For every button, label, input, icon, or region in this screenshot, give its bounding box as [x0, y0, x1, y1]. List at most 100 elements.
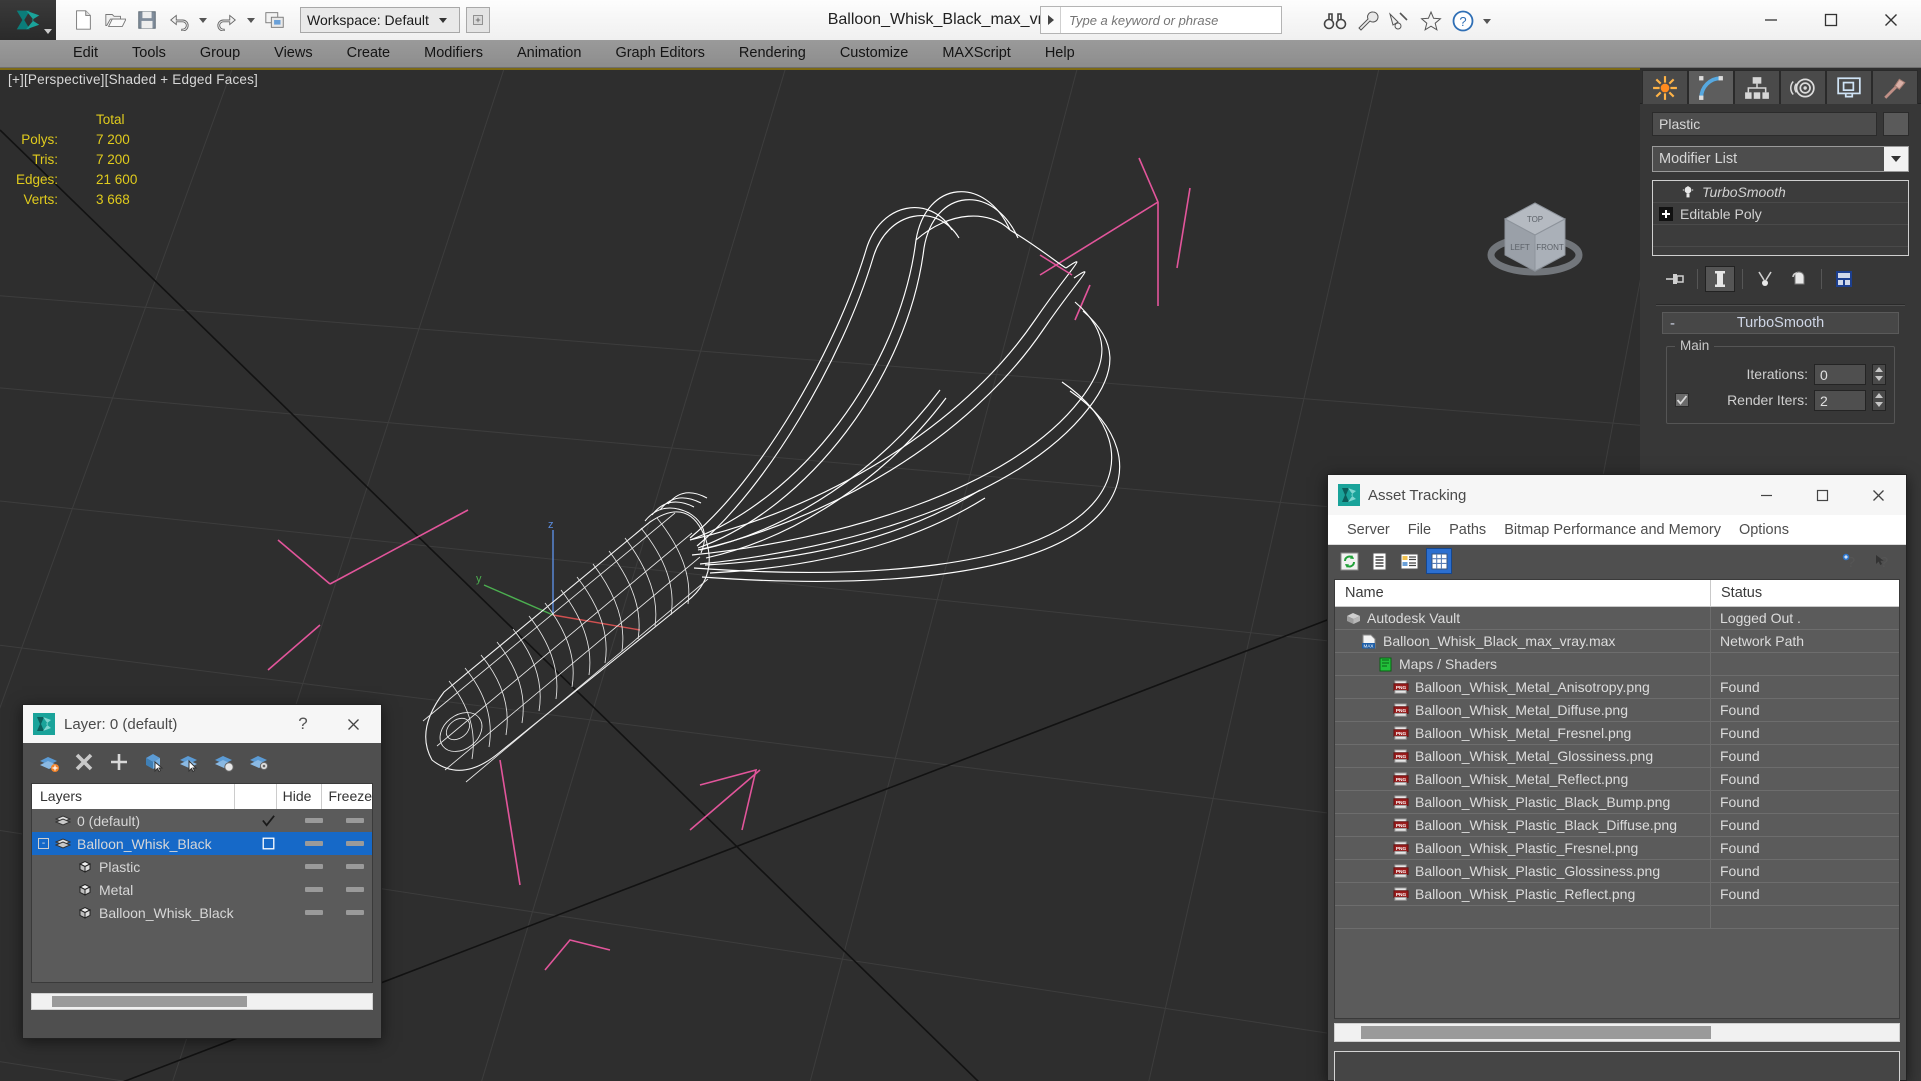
- layer-freeze-toggle[interactable]: [338, 864, 372, 869]
- redo-dropdown-caret-icon[interactable]: [247, 17, 255, 23]
- open-file-button[interactable]: [100, 5, 130, 35]
- layer-hide-toggle[interactable]: [290, 818, 338, 823]
- current-layer-check-icon[interactable]: [246, 813, 290, 828]
- asset-row[interactable]: PNG Balloon_Whisk_Plastic_Reflect.png Foun…: [1335, 883, 1899, 906]
- menu-maxscript[interactable]: MAXScript: [925, 40, 1028, 67]
- menu-animation[interactable]: Animation: [500, 40, 598, 67]
- layer-dialog[interactable]: Layer: 0 (default) ? Layers Hide Freeze …: [22, 704, 382, 1039]
- search-expand-icon[interactable]: [1041, 7, 1061, 33]
- at-menu-server[interactable]: Server: [1338, 522, 1399, 538]
- column-header-name[interactable]: Name: [1335, 580, 1711, 606]
- asset-tracking-maximize-button[interactable]: [1794, 475, 1850, 515]
- modifier-stack-empty-row[interactable]: [1653, 225, 1908, 247]
- create-tab[interactable]: [1642, 70, 1688, 104]
- asset-row[interactable]: PNG Balloon_Whisk_Metal_Fresnel.png Found: [1335, 722, 1899, 745]
- asset-row[interactable]: PNG Balloon_Whisk_Metal_Diffuse.png Found: [1335, 699, 1899, 722]
- modifier-stack-item-turbosmooth[interactable]: TurboSmooth: [1653, 181, 1908, 203]
- scrollbar-thumb[interactable]: [52, 996, 247, 1007]
- layer-freeze-toggle[interactable]: [338, 910, 372, 915]
- layer-row[interactable]: Plastic: [32, 855, 372, 878]
- asset-row[interactable]: Autodesk Vault Logged Out .: [1335, 607, 1899, 630]
- asset-row[interactable]: PNG Balloon_Whisk_Plastic_Glossiness.png F…: [1335, 860, 1899, 883]
- binoculars-icon[interactable]: [1320, 6, 1350, 36]
- new-layer-icon[interactable]: [37, 750, 61, 774]
- satellite-dish-icon[interactable]: [1384, 6, 1414, 36]
- app-logo-button[interactable]: [0, 0, 56, 40]
- pin-stack-button[interactable]: [1660, 266, 1690, 292]
- layer-list-horizontal-scrollbar[interactable]: [31, 993, 373, 1010]
- star-icon[interactable]: [1416, 6, 1446, 36]
- highlight-selected-icon[interactable]: [212, 750, 236, 774]
- layer-hide-toggle[interactable]: [290, 910, 338, 915]
- layer-help-button[interactable]: ?: [281, 714, 325, 734]
- display-tab[interactable]: [1826, 70, 1872, 104]
- workspace-options-button[interactable]: [466, 7, 490, 33]
- asset-row[interactable]: MAX Balloon_Whisk_Black_max_vray.max Netwo…: [1335, 630, 1899, 653]
- menu-tools[interactable]: Tools: [115, 40, 183, 67]
- configure-modifier-sets-button[interactable]: [1829, 266, 1859, 292]
- modifier-stack-item-editable-poly[interactable]: Editable Poly: [1653, 203, 1908, 225]
- asset-row[interactable]: PNG Balloon_Whisk_Plastic_Black_Diffuse.p…: [1335, 814, 1899, 837]
- show-end-result-button[interactable]: [1705, 266, 1735, 292]
- layer-freeze-toggle[interactable]: [338, 841, 372, 846]
- save-file-button[interactable]: [132, 5, 162, 35]
- menu-graph-editors[interactable]: Graph Editors: [598, 40, 721, 67]
- detail-view-icon[interactable]: [1396, 548, 1422, 574]
- layer-list[interactable]: Layers Hide Freeze 0 (default) - Balloon_W…: [31, 783, 373, 983]
- menu-help[interactable]: Help: [1028, 40, 1092, 67]
- hierarchy-tab[interactable]: [1734, 70, 1780, 104]
- layer-row[interactable]: - Balloon_Whisk_Black: [32, 832, 372, 855]
- asset-tracking-close-button[interactable]: [1850, 475, 1906, 515]
- asset-list-horizontal-scrollbar[interactable]: [1334, 1023, 1900, 1042]
- help-dropdown-caret-icon[interactable]: [1483, 18, 1491, 24]
- close-button[interactable]: [1861, 0, 1921, 40]
- asset-row[interactable]: PNG Balloon_Whisk_Metal_Glossiness.png Fou…: [1335, 745, 1899, 768]
- layer-hide-toggle[interactable]: [290, 887, 338, 892]
- at-menu-options[interactable]: Options: [1730, 522, 1798, 538]
- search-box[interactable]: [1040, 6, 1282, 34]
- add-layer-icon[interactable]: [107, 750, 131, 774]
- utilities-tab[interactable]: [1872, 70, 1918, 104]
- layer-expander-icon[interactable]: -: [38, 838, 49, 849]
- asset-row[interactable]: PNG Balloon_Whisk_Metal_Anisotropy.png Fou…: [1335, 676, 1899, 699]
- scrollbar-thumb[interactable]: [1361, 1026, 1711, 1039]
- asset-list[interactable]: Name Status Autodesk Vault Logged Out . MA…: [1334, 579, 1900, 1019]
- make-unique-button[interactable]: [1750, 266, 1780, 292]
- menu-customize[interactable]: Customize: [823, 40, 926, 67]
- at-menu-file[interactable]: File: [1399, 522, 1440, 538]
- modify-tab[interactable]: [1688, 70, 1734, 104]
- object-name-field[interactable]: Plastic: [1652, 112, 1877, 136]
- remove-modifier-button[interactable]: [1784, 266, 1814, 292]
- project-folder-button[interactable]: [260, 5, 290, 35]
- help-icon[interactable]: ?: [1448, 6, 1478, 36]
- maximize-button[interactable]: [1801, 0, 1861, 40]
- render-iters-spinner[interactable]: [1872, 389, 1886, 411]
- asset-tracking-minimize-button[interactable]: [1738, 475, 1794, 515]
- lightbulb-icon[interactable]: [1681, 185, 1695, 199]
- viewport-label[interactable]: [+][Perspective][Shaded + Edged Faces]: [8, 72, 258, 87]
- layer-column-freeze[interactable]: Freeze: [322, 784, 372, 809]
- object-color-swatch[interactable]: [1883, 112, 1909, 136]
- at-menu-paths[interactable]: Paths: [1440, 522, 1495, 538]
- minimize-button[interactable]: [1741, 0, 1801, 40]
- asset-row[interactable]: PNG Balloon_Whisk_Plastic_Fresnel.png Foun…: [1335, 837, 1899, 860]
- asset-row[interactable]: PNG Balloon_Whisk_Metal_Reflect.png Found: [1335, 768, 1899, 791]
- asset-row[interactable]: Maps / Shaders: [1335, 653, 1899, 676]
- iterations-input[interactable]: 0: [1814, 363, 1866, 385]
- modifier-list-dropdown[interactable]: Modifier List: [1652, 146, 1909, 172]
- at-menu-bitmap-performance[interactable]: Bitmap Performance and Memory: [1495, 522, 1730, 538]
- help-add-icon[interactable]: ?: [1838, 548, 1864, 574]
- search-input[interactable]: [1061, 7, 1281, 33]
- help-pointer-icon[interactable]: ?: [1870, 548, 1896, 574]
- asset-row[interactable]: PNG Balloon_Whisk_Plastic_Black_Bump.png F…: [1335, 791, 1899, 814]
- select-objects-icon[interactable]: [142, 750, 166, 774]
- layer-row[interactable]: Balloon_Whisk_Black: [32, 901, 372, 924]
- plus-box-icon[interactable]: [1659, 206, 1673, 221]
- menu-edit[interactable]: Edit: [56, 40, 115, 67]
- layer-hide-toggle[interactable]: [290, 864, 338, 869]
- layer-row[interactable]: Metal: [32, 878, 372, 901]
- redo-button[interactable]: [212, 5, 242, 35]
- column-header-status[interactable]: Status: [1711, 580, 1899, 606]
- current-layer-toggle[interactable]: [246, 837, 290, 850]
- layer-properties-icon[interactable]: [247, 750, 271, 774]
